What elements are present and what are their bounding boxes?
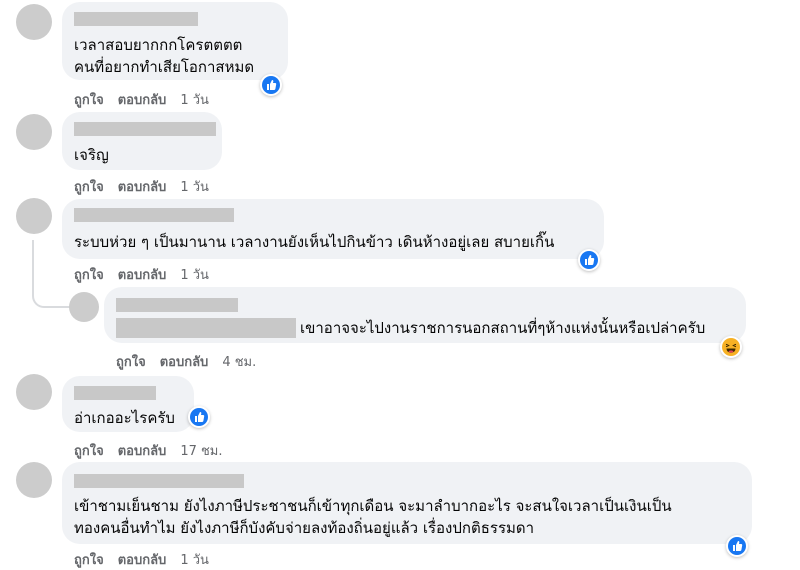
thread-line [32, 240, 34, 288]
comment-actions: ถูกใจ ตอบกลับ 1 วัน [74, 176, 223, 197]
redacted-author-name[interactable] [74, 122, 216, 136]
reply-button[interactable]: ตอบกลับ [118, 268, 167, 283]
haha-reaction-icon[interactable] [720, 336, 742, 358]
timestamp[interactable]: 17 ชม. [180, 444, 222, 459]
reply-button[interactable]: ตอบกลับ [160, 355, 209, 370]
timestamp[interactable]: 1 วัน [180, 93, 209, 108]
like-reaction-icon[interactable] [726, 535, 748, 557]
redacted-author-name[interactable] [74, 12, 198, 26]
comment-text-line: เขาอาจจะไปงานราชการนอกสถานที่ๆห้างแห่งนั… [300, 319, 706, 337]
like-reaction-icon[interactable] [578, 249, 600, 271]
like-button[interactable]: ถูกใจ [116, 355, 146, 370]
like-button[interactable]: ถูกใจ [74, 553, 104, 568]
timestamp[interactable]: 1 วัน [180, 268, 209, 283]
like-reaction-icon[interactable] [188, 406, 210, 428]
like-button[interactable]: ถูกใจ [74, 268, 104, 283]
redacted-author-name[interactable] [74, 208, 234, 222]
like-button[interactable]: ถูกใจ [74, 180, 104, 195]
comment-text-line: คนที่อยากทำเสียโอกาสหมด [74, 58, 255, 76]
redacted-author-name[interactable] [74, 386, 156, 400]
timestamp[interactable]: 1 วัน [180, 180, 209, 195]
comment-text-line: เจริญ [74, 146, 109, 164]
avatar[interactable] [16, 462, 52, 498]
avatar[interactable] [16, 374, 52, 410]
comment-text-line: ระบบห่วย ๆ เป็นมานาน เวลางานยังเห็นไปกิน… [74, 233, 555, 251]
avatar[interactable] [16, 198, 52, 234]
redacted-mention[interactable] [116, 318, 296, 338]
redacted-author-name[interactable] [74, 474, 244, 488]
comment-actions: ถูกใจ ตอบกลับ 17 ชม. [74, 440, 237, 461]
comment-actions: ถูกใจ ตอบกลับ 4 ชม. [116, 351, 270, 372]
like-reaction-icon[interactable] [260, 74, 282, 96]
redacted-author-name[interactable] [116, 298, 238, 312]
timestamp[interactable]: 4 ชม. [222, 355, 256, 370]
comment-actions: ถูกใจ ตอบกลับ 1 วัน [74, 549, 223, 570]
comment-actions: ถูกใจ ตอบกลับ 1 วัน [74, 89, 223, 110]
reply-button[interactable]: ตอบกลับ [118, 180, 167, 195]
timestamp[interactable]: 1 วัน [180, 553, 209, 568]
avatar[interactable] [16, 4, 52, 40]
comment-actions: ถูกใจ ตอบกลับ 1 วัน [74, 264, 223, 285]
avatar[interactable] [69, 292, 99, 322]
reply-button[interactable]: ตอบกลับ [118, 553, 167, 568]
comment-text-line: ทองคนอื่นทำไม ยังไงภาษีก็บังคับจ่ายลงท้อ… [74, 519, 535, 537]
like-button[interactable]: ถูกใจ [74, 444, 104, 459]
comment-text-line: เข้าชามเย็นชาม ยังไงภาษีประชาชนก็เข้าทุก… [74, 497, 672, 515]
like-button[interactable]: ถูกใจ [74, 93, 104, 108]
comment-text-line: อ่าเกออะไรครับ [74, 409, 175, 427]
reply-button[interactable]: ตอบกลับ [118, 444, 167, 459]
comment-text-line: เวลาสอบยากกกโครตตตต [74, 36, 243, 54]
reply-button[interactable]: ตอบกลับ [118, 93, 167, 108]
thread-connector [32, 286, 70, 308]
avatar[interactable] [16, 114, 52, 150]
